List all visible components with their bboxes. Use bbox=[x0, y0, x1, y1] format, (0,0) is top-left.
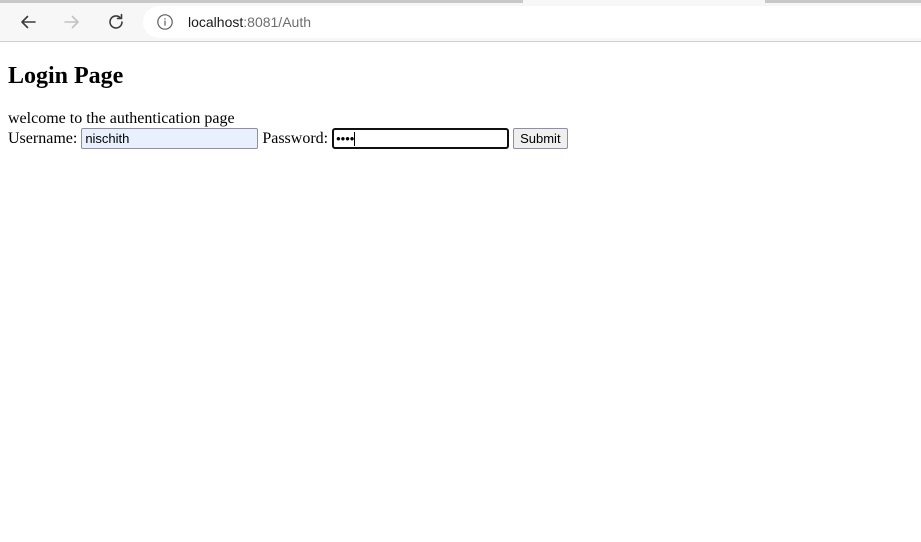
welcome-text: welcome to the authentication page bbox=[8, 110, 235, 127]
username-field[interactable]: nischith bbox=[81, 128, 259, 149]
page-content: Login Page welcome to the authentication… bbox=[8, 42, 913, 149]
arrow-left-icon bbox=[21, 15, 36, 29]
username-value: nischith bbox=[85, 131, 130, 146]
login-form: Username: nischith Password: •••• Submit bbox=[8, 128, 913, 149]
tab-strip-edge bbox=[765, 0, 921, 3]
text-caret bbox=[354, 131, 356, 146]
password-label: Password: bbox=[258, 130, 333, 147]
password-field[interactable]: •••• bbox=[332, 128, 510, 149]
url-text[interactable]: localhost:8081/Auth bbox=[188, 13, 311, 31]
page-title: Login Page bbox=[8, 63, 124, 89]
back-button[interactable] bbox=[13, 7, 43, 37]
submit-button[interactable]: Submit bbox=[513, 128, 568, 149]
address-bar[interactable]: localhost:8081/Auth bbox=[143, 6, 921, 38]
arrow-right-icon bbox=[64, 15, 79, 29]
forward-button[interactable] bbox=[57, 7, 87, 37]
tab-strip-edge bbox=[0, 0, 523, 3]
url-host: localhost bbox=[188, 14, 244, 30]
password-masked-value: •••• bbox=[336, 131, 355, 146]
site-info-button[interactable] bbox=[156, 13, 174, 31]
reload-button[interactable] bbox=[101, 7, 131, 37]
reload-icon bbox=[109, 13, 123, 29]
username-label: Username: bbox=[8, 130, 82, 147]
browser-toolbar: localhost:8081/Auth bbox=[0, 0, 921, 42]
url-path: :8081/Auth bbox=[243, 14, 311, 30]
info-icon bbox=[157, 14, 173, 30]
